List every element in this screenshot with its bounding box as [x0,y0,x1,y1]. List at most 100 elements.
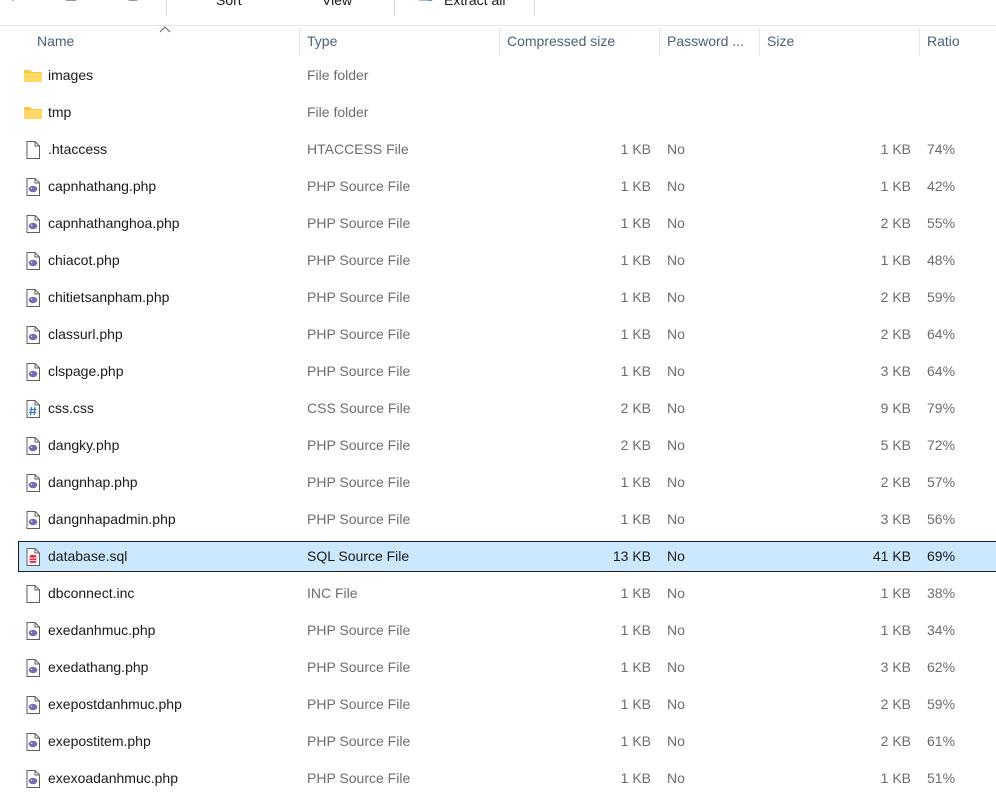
file-password-protected [667,98,747,127]
file-password-protected: No [667,141,685,157]
css-file-icon [23,399,43,419]
file-size: 2 KB [880,696,911,712]
file-compressed-size: 1 KB [620,511,651,527]
file-row[interactable]: dangnhapadmin.php PHP Source File 1 KB N… [18,504,996,535]
file-name: tmp [48,104,72,120]
php-file-icon [23,658,43,678]
file-ratio: 42% [927,178,956,194]
file-password-protected: No [667,363,685,379]
file-row[interactable]: css.css CSS Source File 2 KB No 9 KB 79% [18,393,996,424]
sort-icon [190,0,208,8]
file-row[interactable]: chitietsanpham.php PHP Source File 1 KB … [18,282,996,313]
blank-file-icon [23,140,43,160]
file-size: 3 KB [880,363,911,379]
file-name: chiacot.php [48,252,120,268]
file-type: PHP Source File [307,733,411,749]
file-compressed-size: 1 KB [620,659,651,675]
toolbar-divider [166,0,167,16]
view-button[interactable]: View [296,0,352,10]
column-header-type[interactable]: Type [299,26,499,56]
file-row[interactable]: chiacot.php PHP Source File 1 KB No 1 KB… [18,245,996,276]
file-name: dangky.php [48,437,120,453]
file-size: 2 KB [880,215,911,231]
file-ratio: 61% [927,733,956,749]
copy-path-button[interactable] [62,0,80,10]
file-row[interactable]: images File folder [18,60,996,91]
file-row[interactable]: exepostitem.php PHP Source File 1 KB No … [18,726,996,757]
sort-label: Sort [216,0,242,8]
php-file-icon [23,288,43,308]
file-ratio: 79% [927,400,956,416]
file-ratio: 56% [927,511,956,527]
file-ratio: 62% [927,659,956,675]
php-file-icon [23,695,43,715]
file-compressed-size: 2 KB [620,400,651,416]
file-type: CSS Source File [307,400,411,416]
file-type: PHP Source File [307,178,411,194]
file-compressed-size: 1 KB [620,770,651,786]
file-row[interactable]: classurl.php PHP Source File 1 KB No 2 K… [18,319,996,350]
file-type: PHP Source File [307,326,411,342]
file-ratio: 59% [927,289,956,305]
file-row[interactable]: exexoadanhmuc.php PHP Source File 1 KB N… [18,763,996,794]
file-name: clspage.php [48,363,124,379]
file-row[interactable]: exepostdanhmuc.php PHP Source File 1 KB … [18,689,996,720]
php-file-icon [23,214,43,234]
sort-button[interactable]: Sort [190,0,242,10]
file-size: 1 KB [880,770,911,786]
file-size [759,98,911,127]
share-button[interactable] [4,0,22,10]
file-password-protected: No [667,548,685,564]
file-compressed-size [509,61,651,90]
file-type: PHP Source File [307,437,411,453]
file-compressed-size: 2 KB [620,437,651,453]
file-name: dangnhapadmin.php [48,511,176,527]
file-size: 2 KB [880,289,911,305]
file-ratio: 48% [927,252,956,268]
file-row[interactable]: database.sql SQL Source File 13 KB No 41… [18,541,996,572]
file-row[interactable]: dangnhap.php PHP Source File 1 KB No 2 K… [18,467,996,498]
file-password-protected: No [667,474,685,490]
php-file-icon [23,251,43,271]
command-bar: Sort View Extract all [0,0,996,26]
file-type: PHP Source File [307,696,411,712]
file-type: PHP Source File [307,511,411,527]
column-header-password[interactable]: Password ... [659,26,759,56]
file-row[interactable]: capnhathanghoa.php PHP Source File 1 KB … [18,208,996,239]
php-file-icon [23,473,43,493]
view-label: View [322,0,353,8]
column-header-ratio[interactable]: Ratio [919,26,996,56]
view-icon [296,0,314,8]
file-password-protected [667,61,747,90]
file-password-protected: No [667,252,685,268]
file-name: classurl.php [48,326,123,342]
file-name: exexoadanhmuc.php [48,770,178,786]
file-row[interactable]: exedathang.php PHP Source File 1 KB No 3… [18,652,996,683]
file-row[interactable]: exedanhmuc.php PHP Source File 1 KB No 1… [18,615,996,646]
file-type: File folder [307,67,369,83]
file-password-protected: No [667,770,685,786]
column-header-name[interactable]: Name [29,26,299,56]
clipboard-icon [65,0,77,1]
file-ratio [927,61,987,90]
file-name: exedanhmuc.php [48,622,156,638]
delete-button[interactable] [124,0,142,10]
file-type: HTACCESS File [307,141,409,157]
file-compressed-size: 1 KB [620,696,651,712]
file-ratio: 38% [927,585,956,601]
file-type: PHP Source File [307,474,411,490]
column-header-compressed-size[interactable]: Compressed size [499,26,659,56]
column-header-size[interactable]: Size [759,26,919,56]
file-row[interactable]: clspage.php PHP Source File 1 KB No 3 KB… [18,356,996,387]
extract-all-button[interactable]: Extract all [418,0,505,10]
toolbar-divider [394,0,395,16]
file-compressed-size: 1 KB [620,289,651,305]
file-row[interactable]: tmp File folder [18,97,996,128]
file-row[interactable]: capnhathang.php PHP Source File 1 KB No … [18,171,996,202]
file-row[interactable]: dangky.php PHP Source File 2 KB No 5 KB … [18,430,996,461]
file-password-protected: No [667,659,685,675]
file-row[interactable]: .htaccess HTACCESS File 1 KB No 1 KB 74% [18,134,996,165]
share-icon [12,0,14,1]
file-row[interactable]: dbconnect.inc INC File 1 KB No 1 KB 38% [18,578,996,609]
file-ratio: 51% [927,770,956,786]
